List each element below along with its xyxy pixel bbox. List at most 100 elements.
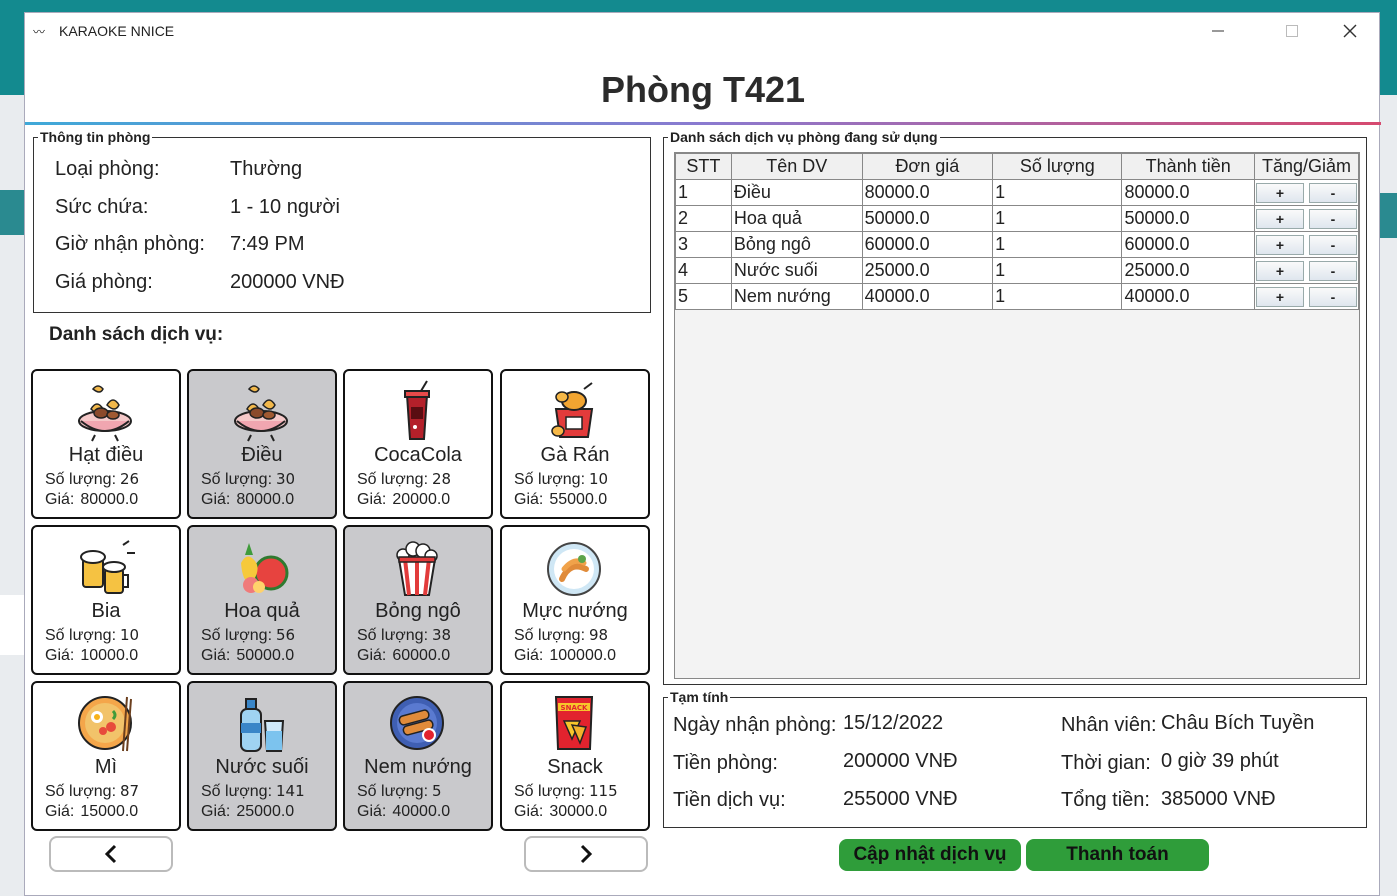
- cell-adjust: + -: [1253, 231, 1360, 258]
- used-services-table-container: STT Tên DV Đơn giá Số lượng Thành tiền T…: [674, 152, 1360, 679]
- service-price: Giá: 50000.0: [201, 647, 295, 664]
- service-card[interactable]: Nem nướng Số lượng: 5 Giá: 40000.0: [343, 681, 493, 831]
- cell-unit-price: 25000.0: [861, 257, 994, 284]
- noodle-bowl-icon: [78, 696, 132, 752]
- service-fee-label: Tiền dịch vụ:: [673, 789, 786, 811]
- service-card[interactable]: CocaCola Số lượng: 28 Giá: 20000.0: [343, 369, 493, 519]
- cell-name: Nước suối: [730, 257, 863, 284]
- cell-stt: 2: [675, 205, 732, 232]
- service-card[interactable]: Mực nướng Số lượng: 98 Giá: 100000.0: [500, 525, 650, 675]
- maximize-icon: [1286, 25, 1298, 37]
- table-row[interactable]: 3 Bỏng ngô 60000.0 1 60000.0 + -: [675, 231, 1360, 258]
- service-quantity: Số lượng: 87: [45, 782, 140, 800]
- cell-amount: 60000.0: [1121, 231, 1255, 258]
- increase-button[interactable]: +: [1255, 183, 1304, 203]
- decrease-button[interactable]: -: [1308, 183, 1357, 203]
- payment-button[interactable]: Thanh toán: [1026, 839, 1209, 871]
- checkin-time-value: 7:49 PM: [230, 233, 305, 255]
- close-icon: [1343, 24, 1357, 38]
- service-quantity: Số lượng: 38: [357, 626, 452, 644]
- prev-page-button[interactable]: [49, 836, 173, 872]
- decrease-button[interactable]: -: [1308, 235, 1357, 255]
- service-name: Bia: [91, 600, 121, 622]
- checkin-time-label: Giờ nhận phòng:: [55, 233, 205, 255]
- col-adjust[interactable]: Tăng/Giảm: [1253, 153, 1360, 180]
- increase-button[interactable]: +: [1255, 261, 1304, 281]
- room-price-label: Giá phòng:: [55, 271, 153, 293]
- increase-button[interactable]: +: [1255, 235, 1304, 255]
- duration-value: 0 giờ 39 phút: [1161, 750, 1279, 772]
- room-dialog: 〰 KARAOKE NNICE Phòng T421 Thông tin phò…: [24, 12, 1381, 896]
- fruit-icon: [241, 543, 289, 593]
- increase-button[interactable]: +: [1255, 209, 1304, 229]
- cell-quantity: 1: [992, 205, 1123, 232]
- service-name: Nem nướng: [364, 756, 472, 778]
- cell-name: Nem nướng: [730, 283, 863, 310]
- service-card[interactable]: SNACK Snack Số lượng: 115 Giá: 30000.0: [500, 681, 650, 831]
- cell-stt: 3: [675, 231, 732, 258]
- service-card[interactable]: Nước suối Số lượng: 141 Giá: 25000.0: [187, 681, 337, 831]
- decrease-button[interactable]: -: [1308, 209, 1357, 229]
- table-row[interactable]: 5 Nem nướng 40000.0 1 40000.0 + -: [675, 283, 1360, 310]
- water-bottle-icon: [240, 698, 285, 752]
- decrease-button[interactable]: -: [1308, 287, 1357, 307]
- cell-quantity: 1: [992, 231, 1123, 258]
- used-services-table: STT Tên DV Đơn giá Số lượng Thành tiền T…: [675, 153, 1360, 310]
- grilled-squid-icon: [547, 542, 601, 596]
- chevron-right-icon: [580, 844, 593, 864]
- cell-quantity: 1: [992, 283, 1123, 310]
- service-name: CocaCola: [374, 444, 462, 466]
- next-page-button[interactable]: [524, 836, 648, 872]
- service-card[interactable]: Hạt điều Số lượng: 26 Giá: 80000.0: [31, 369, 181, 519]
- cell-adjust: + -: [1253, 179, 1360, 206]
- close-button[interactable]: [1327, 13, 1373, 49]
- duration-label: Thời gian:: [1061, 752, 1151, 774]
- service-card[interactable]: Gà Rán Số lượng: 10 Giá: 55000.0: [500, 369, 650, 519]
- service-card[interactable]: Điều Số lượng: 30 Giá: 80000.0: [187, 369, 337, 519]
- capacity-value: 1 - 10 người: [230, 196, 340, 218]
- service-card[interactable]: Bỏng ngô Số lượng: 38 Giá: 60000.0: [343, 525, 493, 675]
- decrease-button[interactable]: -: [1308, 261, 1357, 281]
- col-unit-price[interactable]: Đơn giá: [861, 153, 994, 180]
- service-quantity: Số lượng: 10: [514, 470, 609, 488]
- total-value: 385000 VNĐ: [1161, 788, 1276, 810]
- col-quantity[interactable]: Số lượng: [992, 153, 1123, 180]
- soda-cup-icon: [404, 380, 430, 440]
- col-name[interactable]: Tên DV: [730, 153, 863, 180]
- service-name: Snack: [547, 756, 603, 778]
- service-quantity: Số lượng: 115: [514, 782, 618, 800]
- update-services-button[interactable]: Cập nhật dịch vụ: [839, 839, 1021, 871]
- cell-adjust: + -: [1253, 283, 1360, 310]
- cell-stt: 1: [675, 179, 732, 206]
- col-amount[interactable]: Thành tiền: [1121, 153, 1255, 180]
- snack-bag-icon: SNACK: [554, 696, 594, 750]
- service-quantity: Số lượng: 141: [201, 782, 305, 800]
- service-quantity: Số lượng: 56: [201, 626, 296, 644]
- total-label: Tổng tiền:: [1061, 789, 1150, 811]
- table-row[interactable]: 4 Nước suối 25000.0 1 25000.0 + -: [675, 257, 1360, 284]
- service-price: Giá: 100000.0: [514, 647, 617, 664]
- chevron-left-icon: [104, 844, 117, 864]
- room-fee-label: Tiền phòng:: [673, 752, 778, 774]
- fried-chicken-icon: [551, 382, 594, 438]
- service-card[interactable]: Bia Số lượng: 10 Giá: 10000.0: [31, 525, 181, 675]
- service-card[interactable]: Hoa quả Số lượng: 56 Giá: 50000.0: [187, 525, 337, 675]
- cell-quantity: 1: [992, 257, 1123, 284]
- increase-button[interactable]: +: [1255, 287, 1304, 307]
- maximize-button[interactable]: [1269, 13, 1315, 49]
- cell-quantity: 1: [992, 179, 1123, 206]
- service-name: Hạt điều: [68, 444, 144, 466]
- col-stt[interactable]: STT: [675, 153, 732, 180]
- service-name: Mì: [94, 756, 118, 778]
- service-price: Giá: 40000.0: [357, 803, 451, 820]
- service-price: Giá: 80000.0: [45, 491, 139, 508]
- table-row[interactable]: 1 Điều 80000.0 1 80000.0 + -: [675, 179, 1360, 206]
- cell-amount: 50000.0: [1121, 205, 1255, 232]
- checkin-date-label: Ngày nhận phòng:: [673, 714, 837, 736]
- cell-stt: 5: [675, 283, 732, 310]
- table-row[interactable]: 2 Hoa quả 50000.0 1 50000.0 + -: [675, 205, 1360, 232]
- room-type-label: Loại phòng:: [55, 158, 160, 180]
- service-card[interactable]: Mì Số lượng: 87 Giá: 15000.0: [31, 681, 181, 831]
- service-price: Giá: 15000.0: [45, 803, 139, 820]
- minimize-button[interactable]: [1195, 13, 1241, 49]
